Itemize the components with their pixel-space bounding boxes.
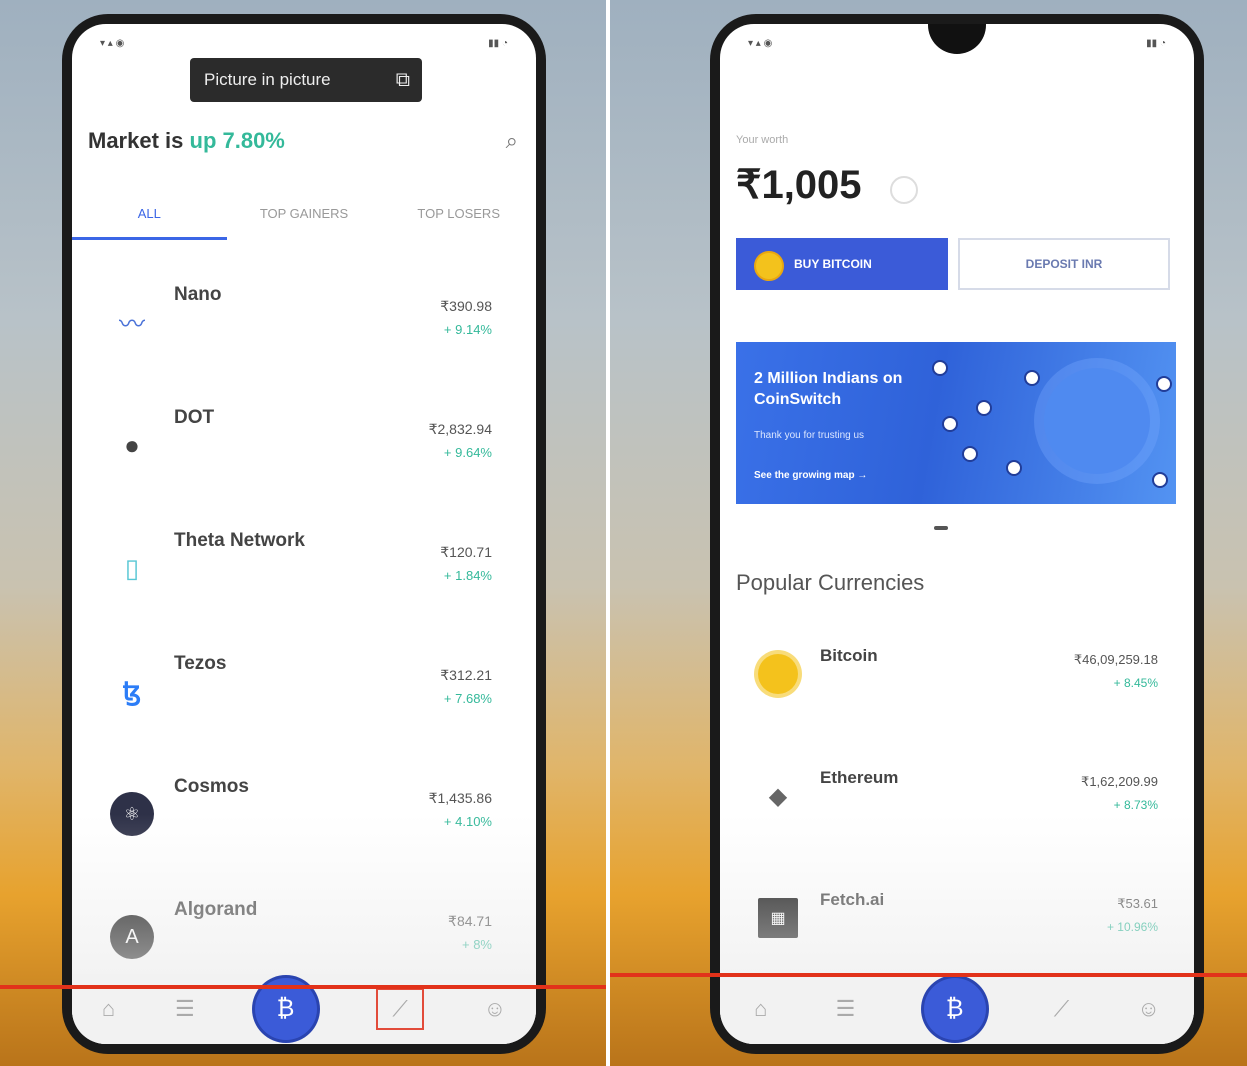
eye-icon[interactable] — [890, 176, 918, 204]
cosmos-icon: ⚛ — [110, 792, 154, 836]
deposit-inr-button[interactable]: DEPOSIT INR — [958, 238, 1170, 290]
coin-change: + 4.10% — [443, 814, 492, 829]
buy-label: BUY BITCOIN — [794, 257, 872, 271]
coin-price: ₹46,09,259.18 — [1073, 652, 1158, 667]
banner-title: 2 Million Indians on CoinSwitch — [754, 370, 903, 408]
user-avatar-dot — [932, 360, 948, 376]
coin-price: ₹312.21 — [440, 667, 492, 683]
tab-top-gainers[interactable]: TOP GAINERS — [227, 194, 382, 240]
coin-name: Nano — [174, 284, 222, 305]
algorand-icon: A — [110, 915, 154, 959]
nano-icon: 〰 — [118, 308, 145, 339]
profile-icon[interactable]: ☺ — [484, 996, 506, 1022]
coin-name: Fetch.ai — [820, 890, 885, 909]
coin-change: + 9.14% — [443, 322, 492, 337]
coin-price: ₹390.98 — [440, 298, 492, 314]
coin-change: + 10.96% — [1106, 920, 1158, 934]
picture-in-picture-tooltip: Picture in picture ⧉ — [190, 58, 422, 102]
section-title: Popular Currencies — [736, 570, 925, 595]
fetchai-icon: ▦ — [758, 898, 798, 938]
user-avatar-dot — [1152, 472, 1168, 488]
polkadot-icon: ● — [124, 429, 140, 460]
theta-icon: ▯ — [124, 552, 140, 583]
user-avatar-dot — [1156, 376, 1172, 392]
home-icon[interactable]: ⌂ — [754, 996, 767, 1022]
coin-change: + 8.45% — [1113, 676, 1158, 690]
coin-change: + 1.84% — [443, 568, 492, 583]
coin-row-nano[interactable]: 〰 Nano ₹390.98 + 9.14% — [72, 264, 536, 387]
coin-name: Bitcoin — [820, 646, 878, 665]
video-progress-bar — [0, 985, 606, 989]
search-icon[interactable]: ⌕ — [506, 128, 518, 154]
left-phone-screen: ▾ ▴ ◉ ▮▮ ◔ Picture in picture ⧉ Market is… — [72, 24, 536, 1044]
coin-price: ₹2,832.94 — [428, 421, 492, 437]
coin-price: ₹84.71 — [448, 913, 492, 929]
india-globe-graphic — [1044, 368, 1150, 474]
coin-price: ₹1,435.86 — [428, 790, 492, 806]
coin-name: DOT — [174, 407, 215, 428]
coin-name: Cosmos — [174, 776, 249, 797]
video-progress-bar — [610, 973, 1247, 977]
user-avatar-dot — [942, 416, 958, 432]
portfolio-chart-icon[interactable]: ⟋ — [376, 988, 424, 1030]
tab-all[interactable]: ALL — [72, 194, 227, 240]
ethereum-icon: ◆ — [768, 782, 788, 810]
user-avatar-dot — [962, 446, 978, 462]
popular-row-ethereum[interactable]: ◆ Ethereum ₹1,62,209.99 + 8.73% — [720, 756, 1194, 878]
coin-name: Tezos — [174, 653, 227, 674]
user-avatar-dot — [1024, 370, 1040, 386]
coin-change: + 8% — [462, 937, 492, 952]
user-avatar-dot — [1006, 460, 1022, 476]
balance-value: ₹1,005 — [736, 163, 862, 207]
market-prefix: Market is — [88, 128, 190, 153]
market-change: up 7.80% — [189, 128, 285, 153]
coin-row-dot[interactable]: ● DOT ₹2,832.94 + 9.64% — [72, 387, 536, 510]
coin-price: ₹53.61 — [1117, 896, 1158, 911]
status-bar: ▾ ▴ ◉ ▮▮ ◔ — [100, 38, 508, 49]
left-screenshot-panel: ▾ ▴ ◉ ▮▮ ◔ Picture in picture ⧉ Market is… — [0, 0, 606, 1066]
left-phone-frame: ▾ ▴ ◉ ▮▮ ◔ Picture in picture ⧉ Market is… — [62, 14, 546, 1054]
bitcoin-icon — [758, 654, 798, 694]
coin-change: + 7.68% — [443, 691, 492, 706]
popular-row-bitcoin[interactable]: Bitcoin ₹46,09,259.18 + 8.45% — [720, 634, 1194, 756]
banner-link[interactable]: See the growing map → — [754, 470, 867, 481]
tab-top-losers[interactable]: TOP LOSERS — [381, 194, 536, 240]
markets-icon[interactable]: ☰ — [175, 996, 195, 1022]
coin-row-theta[interactable]: ▯ Theta Network ₹120.71 + 1.84% — [72, 510, 536, 633]
right-phone-screen: ▾ ▴ ◉ ▮▮ ◔ Your worth ₹1,005 BUY BITCOIN … — [720, 24, 1194, 1044]
banner-subtitle: Thank you for trusting us — [754, 430, 865, 441]
market-tabs: ALL TOP GAINERS TOP LOSERS — [72, 194, 536, 240]
coin-price: ₹120.71 — [440, 544, 492, 560]
coin-row-cosmos[interactable]: ⚛ Cosmos ₹1,435.86 + 4.10% — [72, 756, 536, 879]
trade-button[interactable]: ₿ — [923, 978, 986, 1040]
bitcoin-coin-icon — [754, 251, 784, 281]
pip-icon: ⧉ — [395, 68, 410, 91]
markets-icon[interactable]: ☰ — [836, 996, 856, 1022]
coin-price: ₹1,62,209.99 — [1081, 774, 1158, 789]
profile-icon[interactable]: ☺ — [1137, 996, 1159, 1022]
home-icon[interactable]: ⌂ — [102, 996, 115, 1022]
buy-bitcoin-button[interactable]: BUY BITCOIN — [736, 238, 948, 290]
balance-label: Your worth — [736, 134, 789, 146]
right-screenshot-panel: ▾ ▴ ◉ ▮▮ ◔ Your worth ₹1,005 BUY BITCOIN … — [610, 0, 1247, 1066]
user-avatar-dot — [976, 400, 992, 416]
coin-change: + 8.73% — [1113, 798, 1158, 812]
coin-change: + 9.64% — [443, 445, 492, 460]
portfolio-chart-icon[interactable]: ⟋ — [1054, 996, 1069, 1022]
coin-name: Theta Network — [174, 530, 305, 551]
coin-row-tezos[interactable]: ꜩ Tezos ₹312.21 + 7.68% — [72, 633, 536, 756]
coin-name: Ethereum — [820, 768, 899, 787]
right-phone-frame: ▾ ▴ ◉ ▮▮ ◔ Your worth ₹1,005 BUY BITCOIN … — [710, 14, 1204, 1054]
market-status: Market is up 7.80% — [88, 128, 285, 154]
bottom-nav: ⌂ ☰ ₿ ⟋ ☺ — [720, 974, 1194, 1044]
promo-banner[interactable]: 2 Million Indians on CoinSwitch Thank yo… — [736, 342, 1176, 504]
pip-label: Picture in picture — [204, 70, 331, 89]
coin-name: Algorand — [174, 899, 258, 920]
tezos-icon: ꜩ — [122, 675, 142, 706]
banner-pager-indicator — [934, 526, 948, 530]
